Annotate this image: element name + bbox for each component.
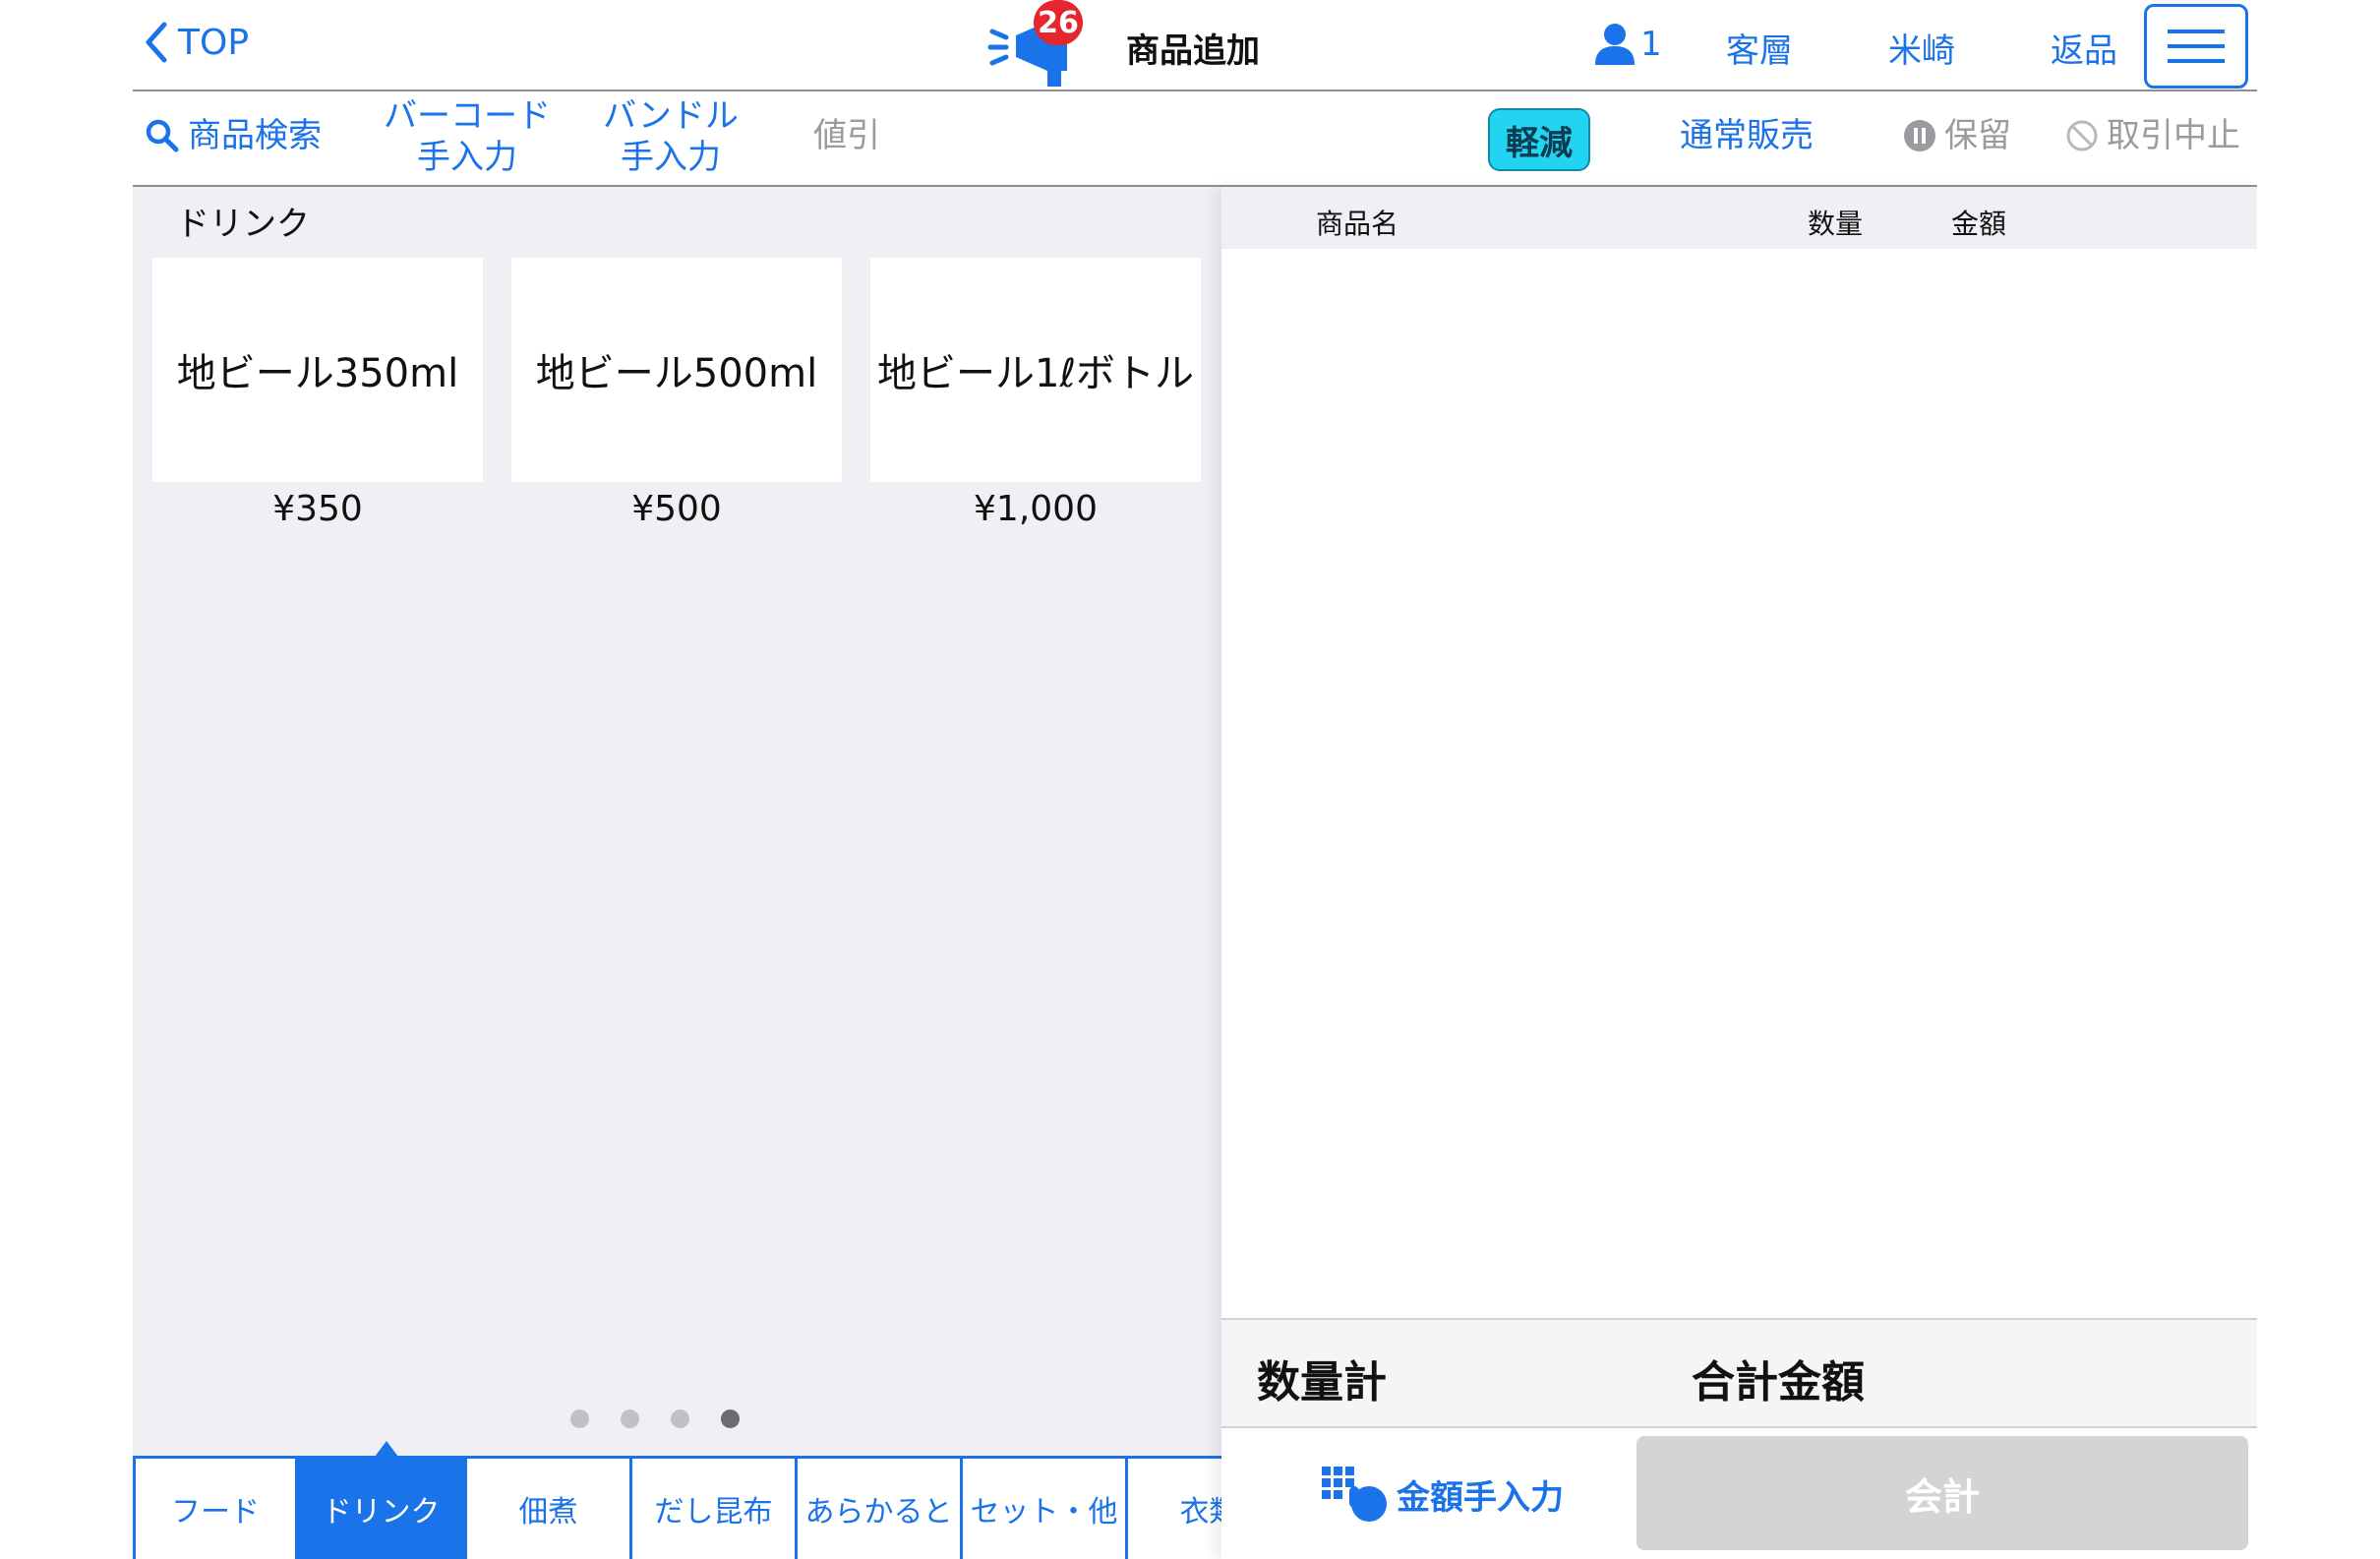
customer-count-button[interactable]: 1 [1593, 22, 1662, 67]
product-price: ¥1,000 [974, 489, 1098, 529]
product-price: ¥500 [631, 489, 722, 529]
return-link[interactable]: 返品 [2051, 24, 2117, 72]
totals-bar: 数量計 合計金額 [1221, 1318, 2257, 1426]
manual-amount-label: 金額手入力 [1397, 1477, 1564, 1518]
column-quantity: 数量 [1808, 208, 1864, 240]
cart-actions: 金額手入力 会計 [1221, 1426, 2257, 1559]
cancel-transaction-button[interactable]: 取引中止 [2065, 115, 2240, 156]
total-amount-label: 合計金額 [1692, 1357, 1865, 1408]
page-dot[interactable] [621, 1409, 639, 1428]
column-amount: 金額 [1951, 208, 2007, 240]
active-tab-caret [375, 1441, 398, 1457]
tab-a-la-carte[interactable]: あらかると [798, 1459, 963, 1559]
bundle-label-line1: バンドル [603, 96, 739, 136]
normal-sale-button[interactable]: 通常販売 [1680, 115, 1814, 156]
toolbar: 商品検索 バーコード 手入力 バンドル 手入力 値引 軽減 通常販売 保留 取引… [133, 91, 2257, 187]
product-search-button[interactable]: 商品検索 [145, 115, 322, 156]
bundle-label-line2: 手入力 [621, 138, 721, 177]
customer-count: 1 [1640, 25, 1662, 64]
manual-amount-button[interactable]: 金額手入力 [1320, 1465, 1564, 1524]
quantity-total-label: 数量計 [1257, 1357, 1387, 1408]
back-label: TOP [178, 22, 250, 63]
page-title: 商品追加 [1126, 31, 1260, 71]
tab-drink[interactable]: ドリンク [298, 1459, 467, 1559]
cancel-transaction-label: 取引中止 [2107, 116, 2240, 155]
product-panel: ドリンク 地ビール350ml ¥350 地ビール500ml ¥500 地ビール1… [133, 187, 1221, 1559]
notification-badge: 26 [1034, 0, 1083, 45]
hamburger-icon [2168, 30, 2225, 33]
chevron-left-icon [146, 22, 167, 63]
pause-icon [1904, 120, 1935, 151]
product-card[interactable]: 地ビール1ℓボトル [870, 258, 1201, 482]
header: TOP 26 商品追加 1 客層 米崎 返品 [133, 0, 2257, 91]
category-tabs: フード ドリンク 佃煮 だし昆布 あらかると セット・他 衣類 [133, 1456, 1221, 1559]
hamburger-menu-button[interactable] [2144, 4, 2248, 89]
tab-tsukudani[interactable]: 佃煮 [467, 1459, 632, 1559]
tab-dashi-kombu[interactable]: だし昆布 [632, 1459, 798, 1559]
prohibited-icon [2066, 120, 2098, 151]
person-icon [1595, 24, 1635, 65]
category-title: ドリンク [176, 205, 310, 244]
page-dot[interactable] [671, 1409, 689, 1428]
product-name: 地ビール1ℓボトル [877, 351, 1194, 396]
back-button[interactable]: TOP [143, 18, 249, 67]
pos-app: TOP 26 商品追加 1 客層 米崎 返品 商品検索 バーコード 手入力 バン… [133, 0, 2257, 1559]
staff-link[interactable]: 米崎 [1888, 24, 1955, 72]
hold-button[interactable]: 保留 [1903, 115, 2011, 156]
tab-clothing[interactable]: 衣類 [1128, 1459, 1221, 1559]
tab-food[interactable]: フード [133, 1459, 298, 1559]
product-search-label: 商品検索 [188, 116, 322, 155]
page-indicator[interactable] [570, 1409, 740, 1428]
cart-panel: 商品名 数量 金額 数量計 合計金額 金額手入力 会計 [1221, 187, 2257, 1559]
product-card[interactable]: 地ビール500ml [511, 258, 842, 482]
reduced-tax-button[interactable]: 軽減 [1488, 108, 1590, 171]
checkout-button[interactable]: 会計 [1636, 1436, 2248, 1550]
product-card[interactable]: 地ビール350ml [152, 258, 483, 482]
keypad-tap-icon [1322, 1467, 1387, 1522]
search-icon [146, 119, 179, 152]
discount-button[interactable]: 値引 [813, 115, 880, 156]
product-name: 地ビール350ml [176, 351, 459, 396]
product-name: 地ビール500ml [535, 351, 818, 396]
tab-set-other[interactable]: セット・他 [963, 1459, 1128, 1559]
page-dot[interactable] [570, 1409, 589, 1428]
hold-label: 保留 [1944, 116, 2011, 155]
column-product-name: 商品名 [1316, 208, 1399, 240]
barcode-label-line2: 手入力 [417, 138, 517, 177]
barcode-manual-button[interactable]: バーコード 手入力 [379, 95, 556, 178]
barcode-label-line1: バーコード [384, 96, 551, 136]
customer-segment-link[interactable]: 客層 [1726, 24, 1793, 72]
page-dot[interactable] [721, 1409, 740, 1428]
cart-list-header: 商品名 数量 金額 [1221, 187, 2257, 249]
product-price: ¥350 [272, 489, 363, 529]
bundle-manual-button[interactable]: バンドル 手入力 [597, 95, 744, 178]
